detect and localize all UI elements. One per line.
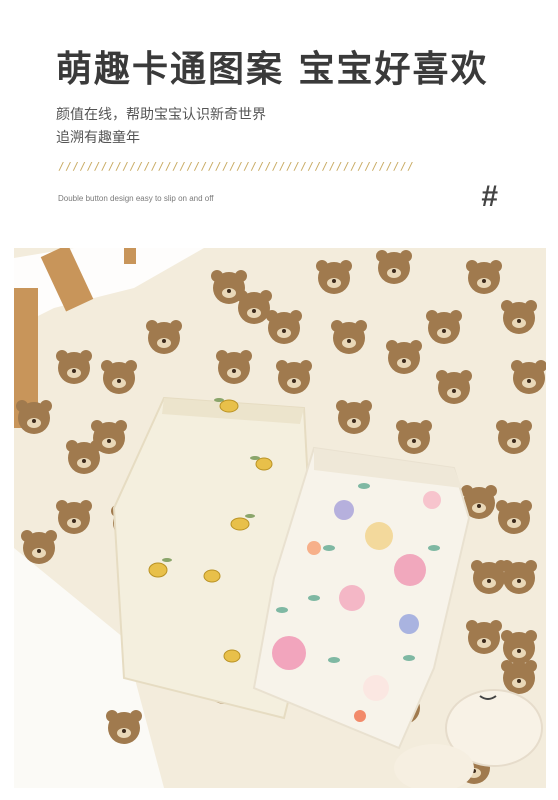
lemon-print bbox=[230, 517, 250, 531]
product-photo-illustration bbox=[14, 248, 546, 788]
lemon-print bbox=[223, 649, 241, 663]
product-photo bbox=[14, 248, 546, 788]
lemon-print bbox=[203, 569, 221, 583]
description-line-2: 追溯有趣童年 bbox=[56, 130, 140, 146]
crib-bar-top-2 bbox=[124, 248, 136, 264]
lemon-print bbox=[255, 457, 273, 471]
headline-title: 萌趣卡通图案 宝宝好喜欢 bbox=[56, 49, 489, 90]
decorative-dash-line: ////////////////////////////////////////… bbox=[58, 160, 415, 173]
description-text: 颜值在线，帮助宝宝认识新奇世界 追溯有趣童年 bbox=[56, 104, 266, 150]
caption-text: Double button design easy to slip on and… bbox=[58, 194, 214, 203]
lemon-print bbox=[148, 562, 168, 578]
lemon-print bbox=[219, 399, 239, 413]
hash-icon: # bbox=[481, 180, 498, 213]
description-line-1: 颜值在线，帮助宝宝认识新奇世界 bbox=[56, 107, 266, 123]
header-section: 萌趣卡通图案 宝宝好喜欢 颜值在线，帮助宝宝认识新奇世界 追溯有趣童年 ////… bbox=[0, 0, 558, 240]
